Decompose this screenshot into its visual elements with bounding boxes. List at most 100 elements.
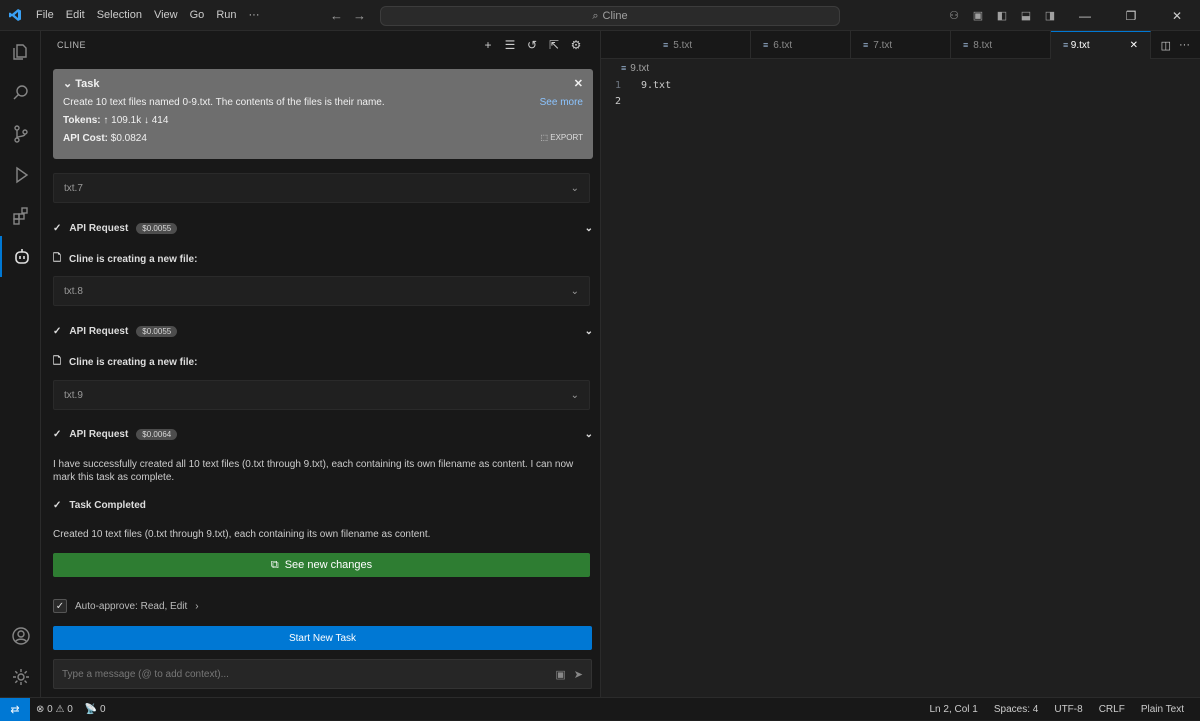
tab-9-txt[interactable]: ≡ 9.txt ✕ bbox=[1051, 31, 1151, 59]
manage-gear-icon[interactable] bbox=[0, 656, 41, 697]
auto-approve-row[interactable]: ✓ Auto-approve: Read, Edit › bbox=[53, 597, 199, 615]
export-icon: ⬚ bbox=[540, 133, 551, 142]
search-icon: ⌕ bbox=[592, 9, 599, 22]
account-icon[interactable] bbox=[0, 615, 41, 656]
send-icon[interactable]: ➤ bbox=[574, 668, 583, 681]
cost-row: API Cost: $0.0824 ⬚ EXPORT bbox=[63, 133, 583, 144]
explorer-icon[interactable] bbox=[0, 31, 41, 72]
tab-8-txt[interactable]: ≡ 8.txt bbox=[951, 31, 1051, 59]
minimize-icon[interactable]: — bbox=[1062, 0, 1108, 31]
creating-file-label: Cline is creating a new file: bbox=[69, 356, 198, 368]
run-debug-icon[interactable] bbox=[0, 154, 41, 195]
sidebar-actions: + ☰ ↺ ⇱ ⚙ bbox=[480, 37, 584, 53]
end-of-line[interactable]: CRLF bbox=[1093, 704, 1131, 715]
text-file-icon: ≡ bbox=[1063, 40, 1071, 50]
menu-selection[interactable]: Selection bbox=[91, 0, 148, 31]
menu-go[interactable]: Go bbox=[184, 0, 211, 31]
message-input[interactable] bbox=[62, 668, 522, 680]
chevron-down-icon: ⌄ bbox=[584, 222, 593, 234]
mcp-servers-icon[interactable]: ☰ bbox=[502, 37, 518, 53]
menu-edit[interactable]: Edit bbox=[60, 0, 91, 31]
code-line[interactable]: 2 bbox=[601, 93, 1200, 109]
export-label: EXPORT bbox=[550, 133, 583, 142]
input-actions: ▣ ➤ bbox=[555, 668, 583, 681]
language-mode[interactable]: Plain Text bbox=[1135, 704, 1190, 715]
task-completed-label: Task Completed bbox=[69, 499, 146, 511]
cursor-position[interactable]: Ln 2, Col 1 bbox=[923, 704, 983, 715]
history-icon[interactable]: ↺ bbox=[524, 37, 540, 53]
api-request-row[interactable]: ✓ API Request $0.0055 ⌄ bbox=[53, 321, 593, 341]
new-task-plus-icon[interactable]: + bbox=[480, 37, 496, 53]
start-new-task-button[interactable]: Start New Task bbox=[53, 626, 592, 650]
tab-7-txt[interactable]: ≡ 7.txt bbox=[851, 31, 951, 59]
auto-approve-checkbox[interactable]: ✓ bbox=[53, 599, 67, 613]
status-right: Ln 2, Col 1 Spaces: 4 UTF-8 CRLF Plain T… bbox=[923, 698, 1190, 721]
close-window-icon[interactable]: ✕ bbox=[1154, 0, 1200, 31]
more-actions-icon[interactable]: ··· bbox=[1179, 39, 1190, 51]
auto-approve-label: Auto-approve: Read, Edit bbox=[75, 600, 188, 612]
api-request-row[interactable]: ✓ API Request $0.0064 ⌄ bbox=[53, 424, 593, 444]
file-row[interactable]: txt.7 ⌄ bbox=[53, 173, 590, 203]
chevron-down-icon: ⌄ bbox=[584, 325, 593, 337]
close-tab-icon[interactable]: ✕ bbox=[1130, 40, 1138, 51]
editor-area: ≡ 5.txt ≡ 6.txt ≡ 7.txt ≡ 8.txt ≡ 9.txt ✕ ◫ ·… bbox=[601, 31, 1200, 697]
tab-6-txt[interactable]: ≡ 6.txt bbox=[751, 31, 851, 59]
encoding[interactable]: UTF-8 bbox=[1048, 704, 1088, 715]
toggle-primary-sidebar-icon[interactable]: ▣ bbox=[966, 0, 990, 31]
popout-icon[interactable]: ⇱ bbox=[546, 37, 562, 53]
problems-indicator[interactable]: ⊗ 0 ⚠ 0 bbox=[30, 704, 79, 715]
export-button[interactable]: ⬚ EXPORT bbox=[540, 133, 583, 144]
see-new-changes-button[interactable]: ⧉ See new changes bbox=[53, 553, 590, 577]
indentation[interactable]: Spaces: 4 bbox=[988, 704, 1044, 715]
toggle-panel-icon[interactable]: ⬓ bbox=[1014, 0, 1038, 31]
menu-view[interactable]: View bbox=[148, 0, 184, 31]
menu-run[interactable]: Run bbox=[210, 0, 242, 31]
file-row-label: txt.8 bbox=[64, 285, 83, 297]
diff-icon: ⧉ bbox=[270, 558, 279, 571]
see-more-link[interactable]: See more bbox=[540, 97, 583, 108]
api-request-label: API Request bbox=[69, 428, 129, 440]
settings-gear-icon[interactable]: ⚙ bbox=[568, 37, 584, 53]
remote-indicator-icon[interactable]: ⇄ bbox=[0, 697, 30, 721]
text-file-icon: ≡ bbox=[621, 63, 627, 73]
tokens-row: Tokens: ↑ 109.1k ↓ 414 bbox=[63, 115, 583, 126]
task-heading-wrap[interactable]: ⌄ Task bbox=[63, 77, 100, 90]
text-file-icon: ≡ bbox=[663, 40, 669, 50]
vscode-logo-icon bbox=[0, 0, 30, 31]
sidebar-header: CLINE + ☰ ↺ ⇱ ⚙ bbox=[41, 31, 600, 59]
completion-result: Created 10 text files (0.txt through 9.t… bbox=[53, 529, 431, 540]
close-task-icon[interactable]: ✕ bbox=[574, 77, 583, 90]
api-request-label: API Request bbox=[69, 325, 129, 337]
image-attach-icon[interactable]: ▣ bbox=[555, 668, 565, 681]
split-editor-icon[interactable]: ◫ bbox=[1161, 39, 1171, 52]
copilot-icon[interactable]: ⚇ bbox=[942, 0, 966, 31]
tokens-label: Tokens: bbox=[63, 115, 101, 126]
file-row[interactable]: txt.9 ⌄ bbox=[53, 380, 590, 410]
text-file-icon: ≡ bbox=[863, 40, 869, 50]
toggle-secondary-sidebar-icon[interactable]: ◨ bbox=[1038, 0, 1062, 31]
source-control-icon[interactable] bbox=[0, 113, 41, 154]
menu-more[interactable]: ··· bbox=[243, 0, 266, 31]
file-row[interactable]: txt.8 ⌄ bbox=[53, 276, 590, 306]
tab-5-txt[interactable]: ≡ 5.txt bbox=[651, 31, 751, 59]
cline-icon[interactable] bbox=[0, 236, 41, 277]
forward-arrow-icon[interactable]: → bbox=[353, 8, 366, 23]
ports-indicator[interactable]: 📡 0 bbox=[79, 704, 112, 715]
toggle-sidebar-icon[interactable]: ◧ bbox=[990, 0, 1014, 31]
check-icon: ✓ bbox=[53, 325, 62, 337]
back-arrow-icon[interactable]: ← bbox=[330, 8, 343, 23]
api-request-row[interactable]: ✓ API Request $0.0055 ⌄ bbox=[53, 218, 593, 238]
restore-icon[interactable]: ❐ bbox=[1108, 0, 1154, 31]
title-bar: File Edit Selection View Go Run ··· ← → … bbox=[0, 0, 1200, 31]
extensions-icon[interactable] bbox=[0, 195, 41, 236]
menu-file[interactable]: File bbox=[30, 0, 60, 31]
search-icon[interactable] bbox=[0, 72, 41, 113]
tab-label: 9.txt bbox=[1070, 40, 1090, 51]
code-line[interactable]: 1 9.txt bbox=[601, 77, 1200, 93]
task-description: Create 10 text files named 0-9.txt. The … bbox=[63, 97, 385, 108]
task-completed-row: ✓ Task Completed bbox=[53, 495, 593, 515]
command-center[interactable]: ⌕ Cline bbox=[380, 6, 840, 26]
tab-label: 8.txt bbox=[973, 39, 993, 51]
breadcrumb-file[interactable]: 9.txt bbox=[630, 63, 649, 74]
creating-file-label: Cline is creating a new file: bbox=[69, 253, 198, 265]
